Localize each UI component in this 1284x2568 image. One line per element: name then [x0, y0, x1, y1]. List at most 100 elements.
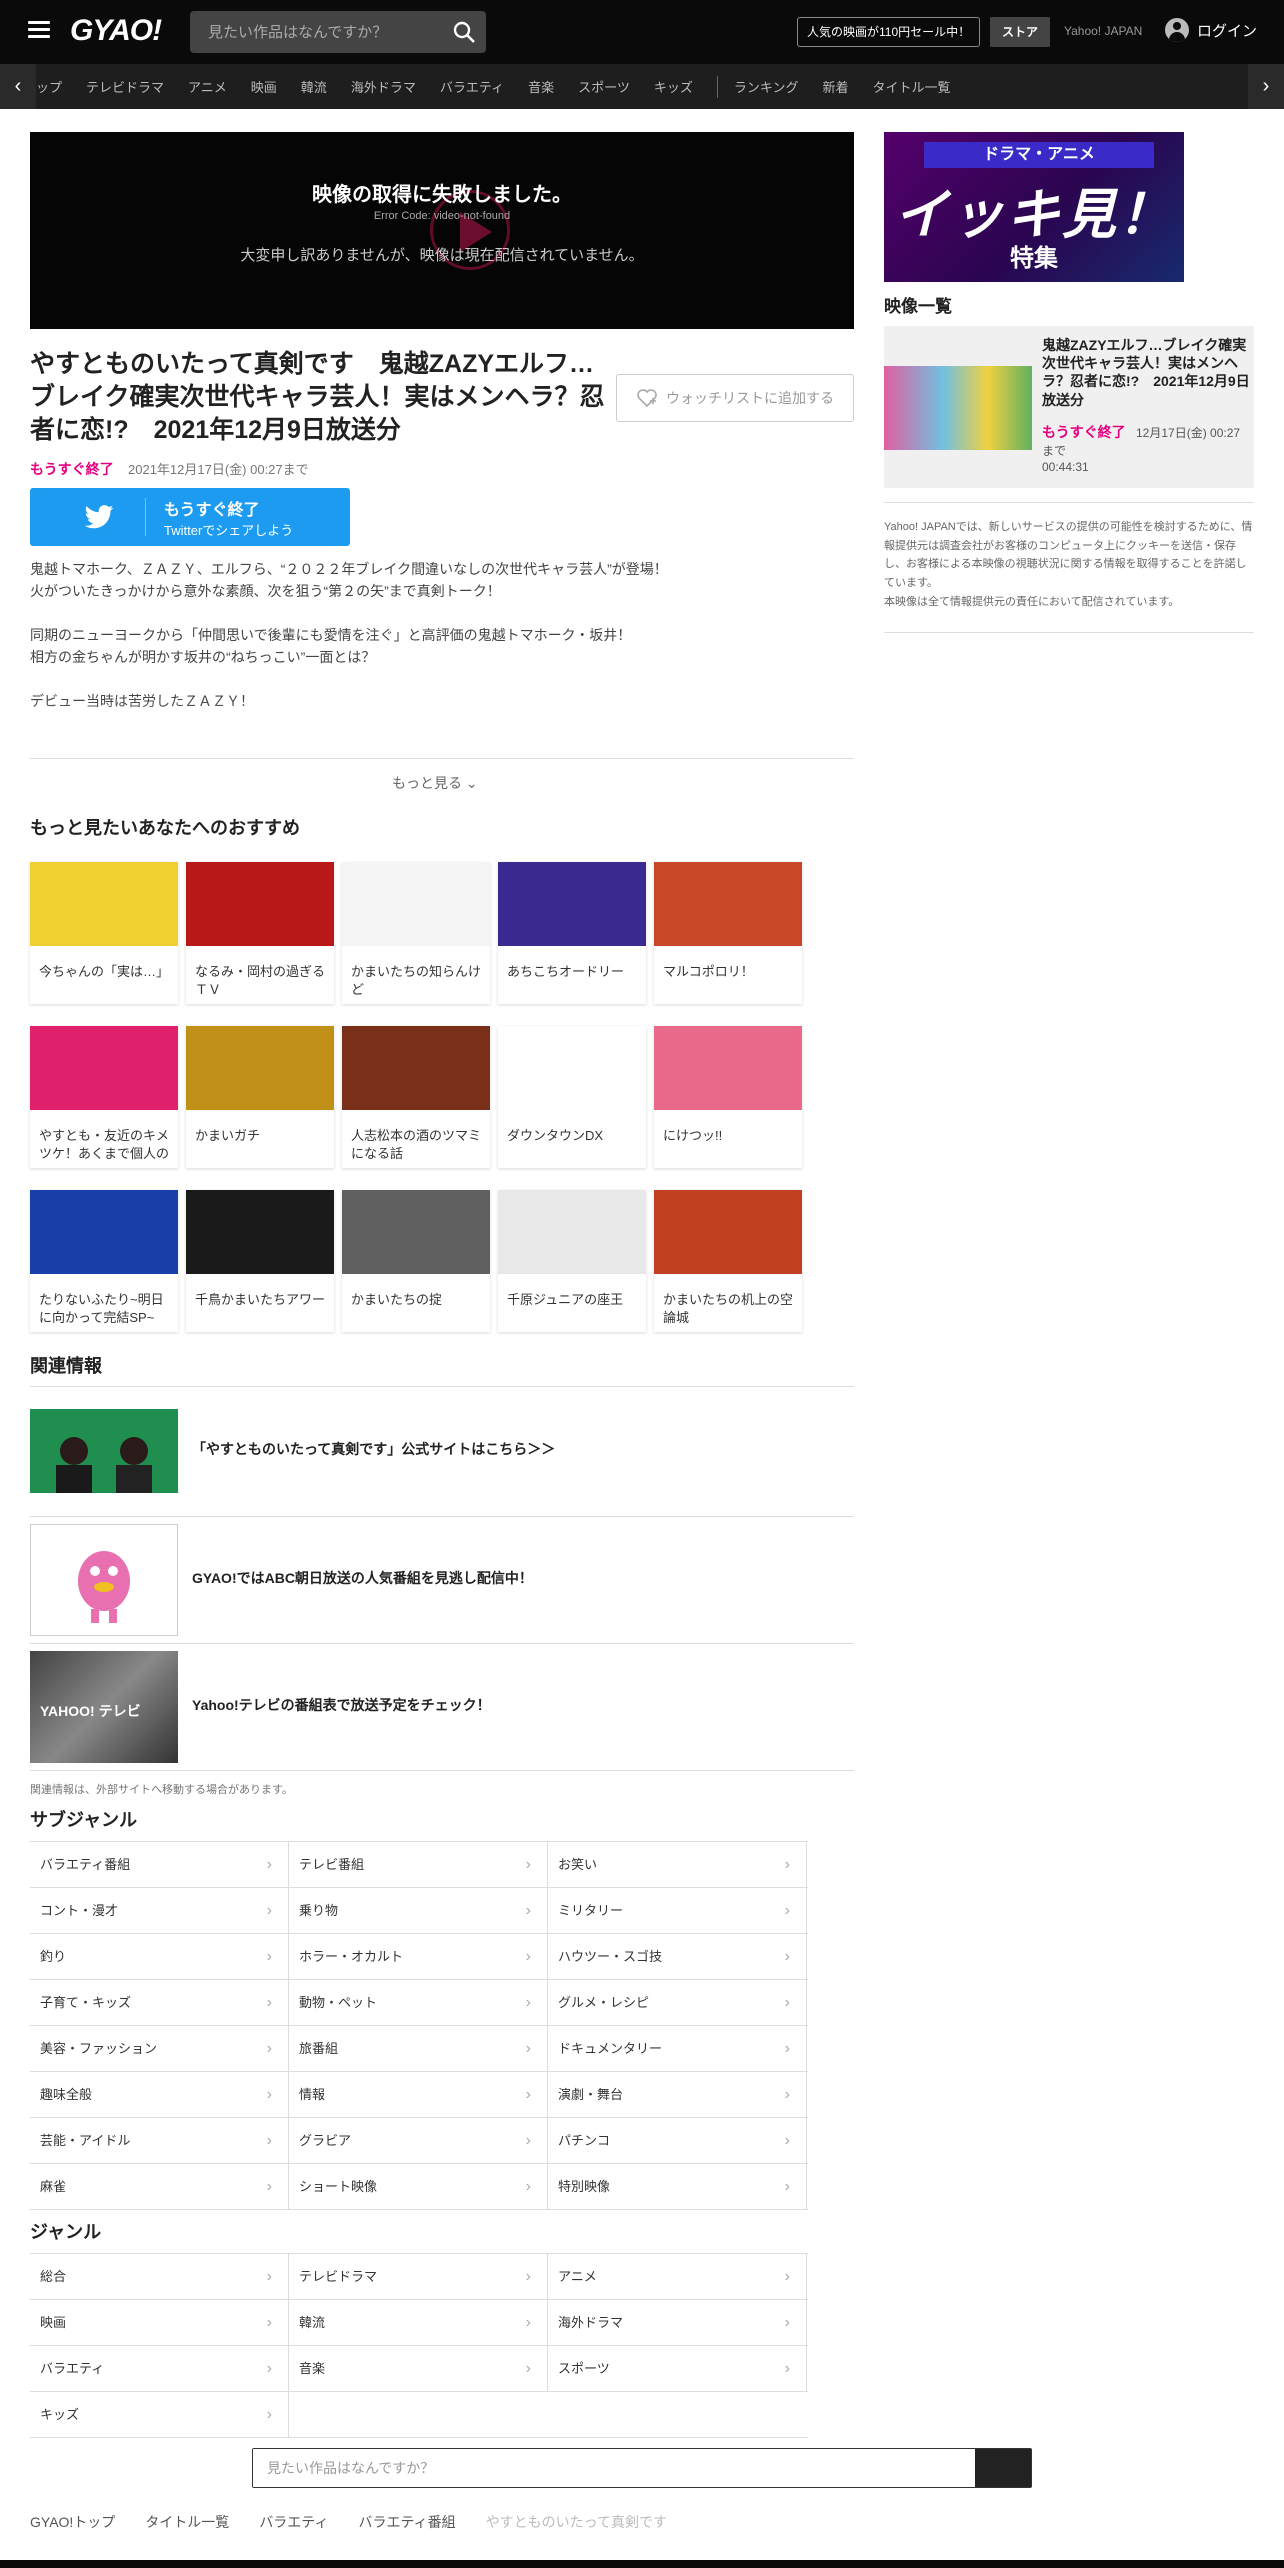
genre-link[interactable]: 子育て・キッズ › — [30, 1980, 289, 2026]
player-error-title: 映像の取得に失敗しました。 — [312, 184, 572, 206]
nav-item[interactable]: ップ — [36, 77, 62, 96]
genre-link[interactable]: 趣味全般 › — [30, 2072, 289, 2118]
genre-label: バラエティ番組 — [40, 1857, 131, 1872]
binge-banner[interactable]: ドラマ・アニメ イッキ見！ 特集 — [884, 132, 1184, 282]
genre-link[interactable]: 麻雀 › — [30, 2164, 289, 2210]
twitter-share-button[interactable]: もうすぐ終了 Twitterでシェアしよう — [30, 488, 350, 546]
genre-link[interactable]: パチンコ › — [548, 2118, 807, 2164]
genre-link[interactable]: コント・漫才 › — [30, 1888, 289, 1934]
recommend-card[interactable]: 千原ジュニアの座王 — [498, 1190, 646, 1332]
breadcrumb-item[interactable]: GYAO!トップ — [30, 2512, 115, 2532]
menu-icon[interactable] — [28, 21, 50, 39]
recommend-card[interactable]: たりないふたり~明日に向かって完結SP~ — [30, 1190, 178, 1332]
recommend-card[interactable]: 人志松本の酒のツマミになる話 — [342, 1026, 490, 1168]
genre-link[interactable]: スポーツ › — [548, 2346, 807, 2392]
nav-item[interactable]: タイトル一覧 — [872, 77, 950, 96]
breadcrumb-item[interactable]: バラエティ番組 — [358, 2512, 455, 2532]
genre-link[interactable]: 動物・ペット › — [289, 1980, 548, 2026]
login-button[interactable]: ログイン — [1165, 18, 1257, 42]
related-item[interactable]: 「やすとものいたって真剣です」公式サイトはこちら＞＞ — [30, 1409, 854, 1493]
genre-link[interactable]: テレビドラマ › — [289, 2254, 548, 2300]
recommend-label: かまいたちの机上の空論城 — [663, 1292, 794, 1325]
chevron-right-icon: › — [784, 2040, 790, 2057]
nav-item[interactable]: アニメ — [188, 77, 227, 96]
genre-link[interactable]: テレビ番組 › — [289, 1842, 548, 1888]
genre-link[interactable]: ハウツー・スゴ技 › — [548, 1934, 807, 1980]
genre-link[interactable]: 特別映像 › — [548, 2164, 807, 2210]
watchlist-button[interactable]: ウォッチリストに追加する — [616, 374, 854, 422]
search-input[interactable] — [190, 11, 440, 53]
nav-item[interactable]: スポーツ — [578, 77, 630, 96]
video-card[interactable]: 鬼越ZAZYエルフ…ブレイク確実次世代キャラ芸人！実はメンヘラ？忍者に恋!? 2… — [884, 326, 1254, 488]
genre-link[interactable]: キッズ › — [30, 2392, 289, 2438]
recommend-card[interactable]: 千鳥かまいたちアワー — [186, 1190, 334, 1332]
nav-item[interactable]: キッズ — [654, 77, 693, 96]
nav-item[interactable]: 海外ドラマ — [351, 77, 416, 96]
genre-link[interactable]: 海外ドラマ › — [548, 2300, 807, 2346]
related-item[interactable]: YAHOO! テレビ Yahoo!テレビの番組表で放送予定をチェック！ — [30, 1651, 854, 1763]
genre-row: 麻雀 › ショート映像 › 特別映像 › — [30, 2164, 808, 2210]
genre-link[interactable]: 音楽 › — [289, 2346, 548, 2392]
recommend-card[interactable]: かまいたちの机上の空論城 — [654, 1190, 802, 1332]
chevron-right-icon: › — [266, 2178, 272, 2195]
breadcrumb-item[interactable]: タイトル一覧 — [145, 2512, 229, 2532]
genre-link[interactable]: 総合 › — [30, 2254, 289, 2300]
genre-link[interactable]: ショート映像 › — [289, 2164, 548, 2210]
search-icon[interactable] — [452, 20, 476, 44]
nav-item[interactable]: 音楽 — [528, 77, 554, 96]
genre-link[interactable]: 芸能・アイドル › — [30, 2118, 289, 2164]
genre-link[interactable]: 映画 › — [30, 2300, 289, 2346]
recommend-card[interactable]: 今ちゃんの「実は…」 — [30, 862, 178, 1004]
genre-link[interactable]: バラエティ番組 › — [30, 1842, 289, 1888]
recommend-card[interactable]: かまいたちの知らんけど — [342, 862, 490, 1004]
yahoo-japan-link[interactable]: Yahoo! JAPAN — [1064, 24, 1142, 38]
genre-link[interactable]: 韓流 › — [289, 2300, 548, 2346]
nav-item[interactable]: 韓流 — [301, 77, 327, 96]
genre-label: テレビドラマ — [299, 2269, 378, 2284]
nav-item[interactable]: テレビドラマ — [86, 77, 164, 96]
recommend-card[interactable]: かまいたちの掟 — [342, 1190, 490, 1332]
genre-label: 麻雀 — [40, 2179, 67, 2194]
chevron-left-icon[interactable]: ‹ — [0, 64, 36, 109]
genre-link[interactable]: 旅番組 › — [289, 2026, 548, 2072]
genre-link[interactable]: グラビア › — [289, 2118, 548, 2164]
bottom-search-input[interactable] — [253, 2449, 975, 2487]
recommend-card[interactable]: マルコポロリ！ — [654, 862, 802, 1004]
recommend-card[interactable]: かまいガチ — [186, 1026, 334, 1168]
recommend-card[interactable]: なるみ・岡村の過ぎるＴＶ — [186, 862, 334, 1004]
more-button[interactable]: もっと見る ⌄ — [392, 773, 478, 793]
genre-link[interactable]: 演劇・舞台 › — [548, 2072, 807, 2118]
recommend-card[interactable]: やすとも・友近のキメツケ！あくまで個人の — [30, 1026, 178, 1168]
genre-link[interactable]: 美容・ファッション › — [30, 2026, 289, 2072]
genre-link[interactable]: ドキュメンタリー › — [548, 2026, 807, 2072]
bottom-search-button[interactable] — [975, 2449, 1031, 2487]
genre-link[interactable]: 釣り › — [30, 1934, 289, 1980]
divider — [30, 1386, 854, 1387]
nav-item[interactable]: バラエティ — [440, 77, 504, 96]
recommend-card[interactable]: ダウンタウンDX — [498, 1026, 646, 1168]
recommend-card[interactable]: にけつッ!! — [654, 1026, 802, 1168]
genre-link[interactable]: バラエティ › — [30, 2346, 289, 2392]
nav-item[interactable]: ランキング — [734, 77, 799, 96]
related-text: 「やすとものいたって真剣です」公式サイトはこちら＞＞ — [192, 1441, 556, 1457]
store-button[interactable]: ストア — [990, 17, 1051, 47]
genre-link[interactable]: ミリタリー › — [548, 1888, 807, 1934]
breadcrumb-item[interactable]: バラエティ — [259, 2512, 328, 2532]
genre-link[interactable]: 情報 › — [289, 2072, 548, 2118]
nav-item[interactable]: 映画 — [251, 77, 277, 96]
recommend-card[interactable]: あちこちオードリー — [498, 862, 646, 1004]
sale-badge[interactable]: 人気の映画が110円セール中！ — [797, 17, 981, 47]
video-list-title: 映像一覧 — [884, 297, 952, 316]
video-player[interactable]: 映像の取得に失敗しました。 Error Code: video-not-foun… — [30, 132, 854, 329]
genre-link[interactable]: グルメ・レシピ › — [548, 1980, 807, 2026]
chevron-right-icon[interactable]: › — [1248, 64, 1284, 109]
genre-link[interactable]: アニメ › — [548, 2254, 807, 2300]
related-item[interactable]: GYAO!ではABC朝日放送の人気番組を見逃し配信中！ — [30, 1524, 854, 1636]
gyao-logo[interactable]: GYAO! — [70, 14, 162, 48]
chevron-right-icon: › — [525, 2268, 531, 2285]
genre-link[interactable]: ホラー・オカルト › — [289, 1934, 548, 1980]
genre-link[interactable]: 乗り物 › — [289, 1888, 548, 1934]
description-paragraph: 同期のニューヨークから「仲間思いで後輩にも愛情を注ぐ」と高評価の鬼越トマホーク・… — [30, 626, 632, 666]
genre-link[interactable]: お笑い › — [548, 1842, 807, 1888]
nav-item[interactable]: 新着 — [822, 77, 848, 96]
